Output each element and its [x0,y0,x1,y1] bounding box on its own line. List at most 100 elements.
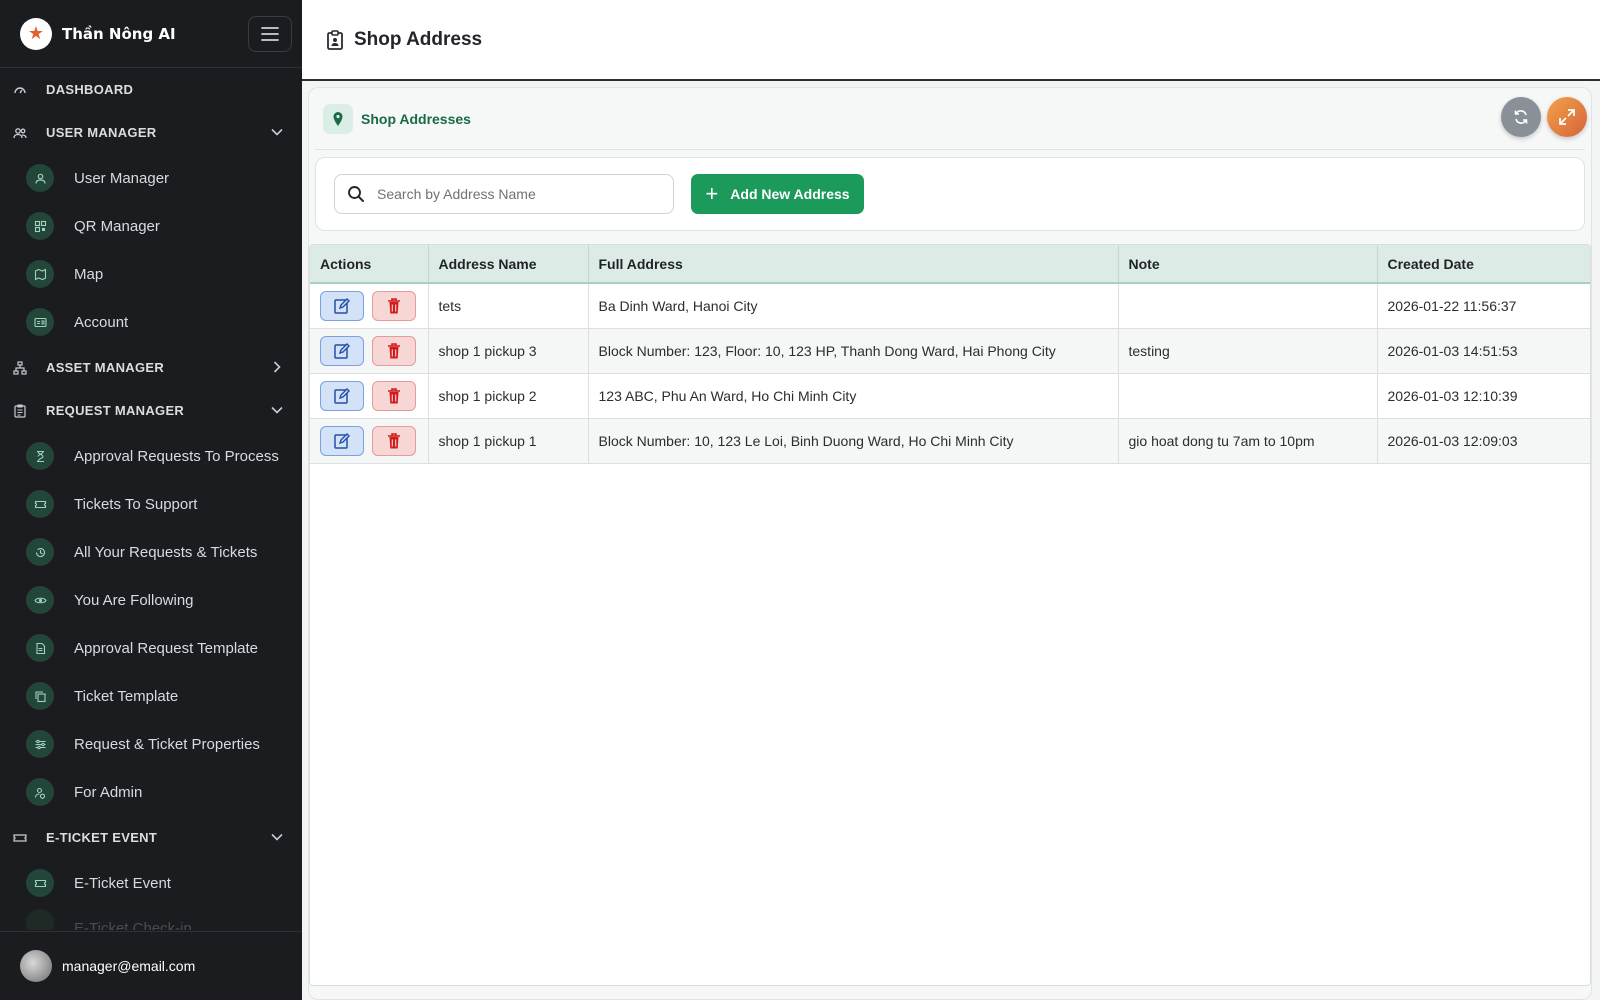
sidebar-item-for-admin[interactable]: For Admin [0,768,302,816]
sidebar-item-tickets-to-support[interactable]: Tickets To Support [0,480,302,528]
edit-button[interactable] [320,335,364,366]
sidebar-item-label: Ticket Template [74,687,179,705]
sidebar-item-label: Approval Requests To Process [74,447,279,465]
chevron-down-icon [271,833,283,841]
chevron-down-icon [271,128,283,136]
edit-button[interactable] [320,290,364,321]
page-title: Shop Address [354,28,483,50]
sidebar-section-label: REQUEST MANAGER [46,403,185,418]
sidebar-section-dashboard[interactable]: DASHBOARD [0,68,302,111]
chevron-down-icon [271,406,283,414]
column-header-note[interactable]: Note [1118,245,1378,284]
delete-button[interactable] [372,290,416,321]
sidebar-item-e-ticket-check-in[interactable]: E-Ticket Check-in [0,907,302,930]
actions-cell [310,373,429,419]
sidebar-section-label: DASHBOARD [46,82,134,97]
edit-icon [334,387,350,404]
sidebar-item-approval-template[interactable]: Approval Request Template [0,624,302,672]
sidebar-item-qr-manager[interactable]: QR Manager [0,202,302,250]
address-table: Actions Address Name Full Address Note C… [309,244,1591,986]
delete-button[interactable] [372,425,416,456]
map-icon [26,260,54,288]
expand-icon [1559,109,1575,125]
address-name-cell: shop 1 pickup 3 [428,328,589,374]
sidebar-item-all-requests[interactable]: All Your Requests & Tickets [0,528,302,576]
brand-name: Thần Nông AI [62,24,176,43]
column-header-address-name[interactable]: Address Name [428,245,589,284]
actions-cell [310,418,429,464]
trash-icon [388,342,400,358]
sidebar-item-account[interactable]: Account [0,298,302,346]
edit-button[interactable] [320,425,364,456]
add-new-address-button[interactable]: + Add New Address [691,174,864,214]
delete-button[interactable] [372,380,416,411]
created-date-cell: 2026-01-03 12:10:39 [1377,373,1590,419]
edit-icon [334,342,350,359]
column-header-created-date[interactable]: Created Date [1377,245,1590,284]
column-header-actions[interactable]: Actions [310,245,429,284]
search-icon [348,186,364,202]
sidebar-section-asset-manager[interactable]: ASSET MANAGER [0,346,302,389]
history-icon [26,538,54,566]
actions-cell [310,328,429,374]
edit-icon [334,297,350,314]
sidebar-nav: DASHBOARD USER MANAGER User Manager QR M… [0,68,302,930]
table-row: tets Ba Dinh Ward, Hanoi City 2026-01-22… [310,283,1590,329]
plus-icon: + [705,181,719,206]
created-date-cell: 2026-01-22 11:56:37 [1377,283,1590,329]
sidebar-item-label: All Your Requests & Tickets [74,543,258,561]
expand-button[interactable] [1547,97,1587,137]
sidebar-item-map[interactable]: Map [0,250,302,298]
users-icon [12,125,28,141]
sidebar-section-request-manager[interactable]: REQUEST MANAGER [0,389,302,432]
sidebar-item-label: For Admin [74,783,143,801]
refresh-button[interactable] [1501,97,1541,137]
actions-cell [310,283,429,329]
sidebar-item-label: QR Manager [74,217,160,235]
toolbar: + Add New Address [315,157,1585,231]
ticket-icon [26,490,54,518]
sidebar-section-user-manager[interactable]: USER MANAGER [0,111,302,154]
trash-icon [388,387,400,403]
panel-title: Shop Addresses [361,110,471,127]
sidebar-item-following[interactable]: You Are Following [0,576,302,624]
refresh-icon [1514,110,1528,124]
menu-toggle-button[interactable] [248,16,292,52]
created-date-cell: 2026-01-03 14:51:53 [1377,328,1590,374]
note-cell [1118,373,1378,419]
shop-addresses-panel: Shop Addresses + Add New Address Actions… [308,87,1592,1000]
sidebar-section-e-ticket-event[interactable]: E-TICKET EVENT [0,816,302,859]
clipboard-user-icon [327,29,343,50]
sidebar-section-label: USER MANAGER [46,125,157,140]
user-profile[interactable]: manager@email.com [0,931,302,1000]
created-date-cell: 2026-01-03 12:09:03 [1377,418,1590,464]
sidebar-item-approval-requests[interactable]: Approval Requests To Process [0,432,302,480]
sidebar-section-label: ASSET MANAGER [46,360,165,375]
avatar [20,950,52,982]
table-row: shop 1 pickup 3 Block Number: 123, Floor… [310,328,1590,374]
sidebar: ★ Thần Nông AI DASHBOARD USER MANAGER Us… [0,0,302,1000]
note-cell: gio hoat dong tu 7am to 10pm [1118,418,1378,464]
trash-icon [388,432,400,448]
full-address-cell: Block Number: 10, 123 Le Loi, Binh Duong… [588,418,1119,464]
sidebar-item-label: E-Ticket Event [74,874,171,892]
table-row: shop 1 pickup 1 Block Number: 10, 123 Le… [310,418,1590,464]
hourglass-icon [26,442,54,470]
sidebar-section-label: E-TICKET EVENT [46,830,158,845]
search-input[interactable] [377,186,657,202]
sidebar-item-ticket-template[interactable]: Ticket Template [0,672,302,720]
delete-button[interactable] [372,335,416,366]
eye-icon [26,586,54,614]
column-header-full-address[interactable]: Full Address [588,245,1119,284]
sidebar-item-e-ticket-event[interactable]: E-Ticket Event [0,859,302,907]
edit-button[interactable] [320,380,364,411]
copy-icon [26,682,54,710]
sidebar-item-label: Request & Ticket Properties [74,735,260,753]
hamburger-icon [261,27,279,41]
panel-header: Shop Addresses [315,88,1585,150]
address-name-cell: shop 1 pickup 2 [428,373,589,419]
sidebar-item-properties[interactable]: Request & Ticket Properties [0,720,302,768]
sidebar-item-user-manager[interactable]: User Manager [0,154,302,202]
search-box[interactable] [334,174,674,214]
star-logo-icon: ★ [20,17,52,50]
